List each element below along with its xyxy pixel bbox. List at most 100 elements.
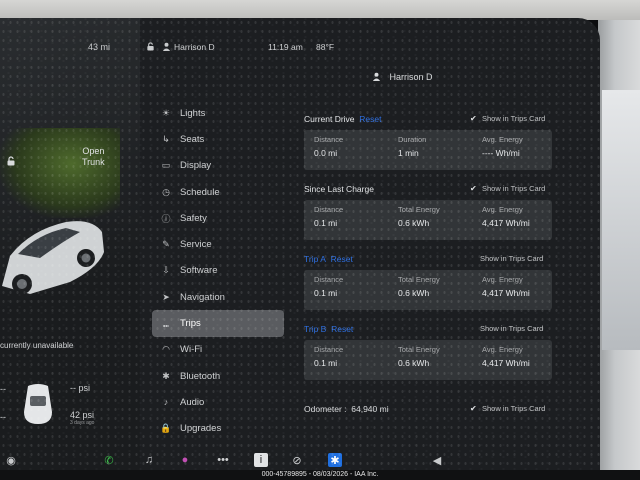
scenery-grass [0, 128, 120, 218]
tire-rear-right: 42 psi 3 days ago [70, 410, 94, 426]
menu-item-label: Safety [180, 212, 207, 224]
checkmark-icon: ✔ [470, 114, 477, 123]
photo-background-right [598, 20, 640, 480]
menu-item-label: Navigation [180, 291, 225, 303]
photo-bezel-top [0, 0, 640, 20]
car-top-view-icon [24, 384, 52, 424]
status-user-name[interactable]: Harrison D [174, 42, 215, 52]
trips-icon: ⑉ [163, 318, 169, 329]
menu-item-label: Display [180, 160, 212, 172]
current-drive-stats: Distance 0.0 mi Duration 1 min Avg. Energy… [304, 130, 552, 170]
trip-b-reset-link[interactable]: Reset [331, 324, 353, 334]
trip-a-title: Trip A Reset [304, 254, 353, 264]
profile-icon [372, 72, 381, 81]
tire-front-right-value: -- psi [70, 383, 90, 393]
trip-a-show-in-trips-card[interactable]: Show in Trips Card [480, 254, 543, 263]
current-drive-title: Current Drive Reset [304, 114, 382, 124]
menu-item-label: Upgrades [180, 423, 222, 435]
checkmark-icon: ✔ [470, 184, 477, 193]
menu-item-schedule[interactable]: ◷ Schedule [152, 179, 284, 205]
touchscreen: 43 mi Open Trunk currently unavailable -… [0, 18, 600, 470]
trip-b-avg-energy: Avg. Energy 4,417 Wh/mi [482, 345, 530, 368]
trip-b-show-in-trips-card[interactable]: Show in Trips Card [480, 324, 543, 333]
menu-item-lights[interactable]: ☀ Lights [152, 100, 284, 126]
bluetooth-icon: ✱ [162, 370, 170, 381]
display-icon: ▭ [161, 160, 171, 171]
menu-item-display[interactable]: ▭ Display [152, 153, 284, 179]
safety-icon: ⓘ [161, 213, 171, 224]
seat-icon: ↳ [162, 133, 170, 144]
current-drive-duration: Duration 1 min [398, 135, 427, 158]
settings-menu: ☀ Lights ↳ Seats ▭ Display ◷ Schedule ⓘ Safety ✎ Se… [152, 100, 284, 442]
since-last-charge-show-in-trips-card[interactable]: ✔ Show in Trips Card [470, 184, 545, 193]
trunk-button[interactable]: Open Trunk [82, 146, 105, 168]
outside-temperature: 88°F [316, 42, 335, 52]
trip-a-distance: Distance 0.1 mi [314, 275, 344, 298]
menu-item-label: Seats [180, 133, 205, 145]
navigation-icon: ➤ [162, 291, 170, 302]
more-icon[interactable]: ••• [216, 453, 230, 467]
odometer-value: 64,940 mi [351, 404, 389, 414]
user-profile-icon[interactable] [162, 42, 171, 53]
trunk-label: Trunk [82, 157, 105, 167]
menu-item-trips[interactable]: ⑉ Trips [152, 310, 284, 337]
menu-item-upgrades[interactable]: 🔒 Upgrades [152, 416, 284, 442]
menu-item-label: Schedule [180, 186, 220, 198]
tire-pressure-status: currently unavailable [0, 341, 74, 350]
trip-a-stats: Distance 0.1 mi Total Energy 0.6 kWh Avg. … [304, 270, 552, 310]
odometer-show-in-trips-card[interactable]: ✔ Show in Trips Card [470, 404, 545, 413]
lock-icon[interactable] [6, 156, 16, 166]
menu-item-label: Lights [180, 107, 206, 119]
menu-item-navigation[interactable]: ➤ Navigation [152, 284, 284, 310]
car-panel: 43 mi Open Trunk currently unavailable -… [0, 18, 140, 470]
status-bar: Harrison D 11:19 am 88°F [140, 38, 600, 58]
range-readout: 43 mi [88, 42, 111, 52]
since-last-charge-distance: Distance 0.1 mi [314, 205, 344, 228]
car-icon[interactable]: ◉ [4, 453, 18, 467]
current-drive-reset-link[interactable]: Reset [359, 114, 381, 124]
info-icon[interactable]: i [254, 453, 268, 467]
upgrades-icon: 🔒 [160, 423, 172, 434]
since-last-charge-stats: Distance 0.1 mi Total Energy 0.6 kWh Avg. … [304, 200, 552, 240]
current-drive-distance: Distance 0.0 mi [314, 135, 344, 158]
lights-icon: ☀ [161, 107, 171, 118]
tire-rear-left-value: -- [0, 412, 6, 422]
trip-b-total-energy: Total Energy 0.6 kWh [398, 345, 440, 368]
current-drive-show-in-trips-card[interactable]: ✔ Show in Trips Card [470, 114, 545, 123]
odometer-readout: Odometer : 64,940 mi [304, 404, 389, 414]
music-icon[interactable]: ♫ [142, 453, 156, 467]
tire-front-left-value: -- [0, 384, 6, 394]
car-image [2, 221, 104, 294]
tire-front-right: -- psi [70, 383, 90, 393]
trip-b-stats: Distance 0.1 mi Total Energy 0.6 kWh Avg. … [304, 340, 552, 380]
since-last-charge-title: Since Last Charge [304, 184, 374, 194]
phone-icon[interactable]: ✆ [102, 453, 116, 467]
menu-item-software[interactable]: ⇩ Software [152, 258, 284, 284]
tire-rear-right-value: 42 psi [70, 410, 95, 420]
menu-item-audio[interactable]: ♪ Audio [152, 389, 284, 415]
menu-item-label: Audio [180, 396, 205, 408]
menu-item-service[interactable]: ✎ Service [152, 231, 284, 257]
watermark-text: 000-45789895 - 08/03/2026 - IAA Inc. [261, 471, 379, 478]
camera-icon[interactable]: ● [178, 453, 192, 467]
trip-b-distance: Distance 0.1 mi [314, 345, 344, 368]
menu-item-seats[interactable]: ↳ Seats [152, 126, 284, 152]
menu-item-wi-fi[interactable]: ◠ Wi-Fi [152, 337, 284, 363]
bluetooth-icon[interactable]: ✱ [328, 453, 342, 467]
trip-a-total-energy: Total Energy 0.6 kWh [398, 275, 440, 298]
since-last-charge-total-energy: Total Energy 0.6 kWh [398, 205, 440, 228]
menu-item-bluetooth[interactable]: ✱ Bluetooth [152, 363, 284, 389]
no-entry-icon[interactable]: ⊘ [290, 453, 304, 467]
menu-item-safety[interactable]: ⓘ Safety [152, 205, 284, 231]
menu-item-label: Bluetooth [180, 370, 221, 382]
profile-header[interactable]: Harrison D [372, 72, 433, 82]
car-lock-icon[interactable] [146, 42, 155, 53]
wifi-icon: ◠ [162, 344, 170, 355]
trip-a-reset-link[interactable]: Reset [331, 254, 353, 264]
profile-name: Harrison D [389, 72, 433, 82]
download-icon: ⇩ [162, 265, 170, 276]
checkmark-icon: ✔ [470, 404, 477, 413]
menu-item-label: Software [180, 265, 218, 277]
volume-icon[interactable]: ◀ [430, 453, 444, 467]
tire-rear-right-age: 3 days ago [70, 420, 95, 426]
